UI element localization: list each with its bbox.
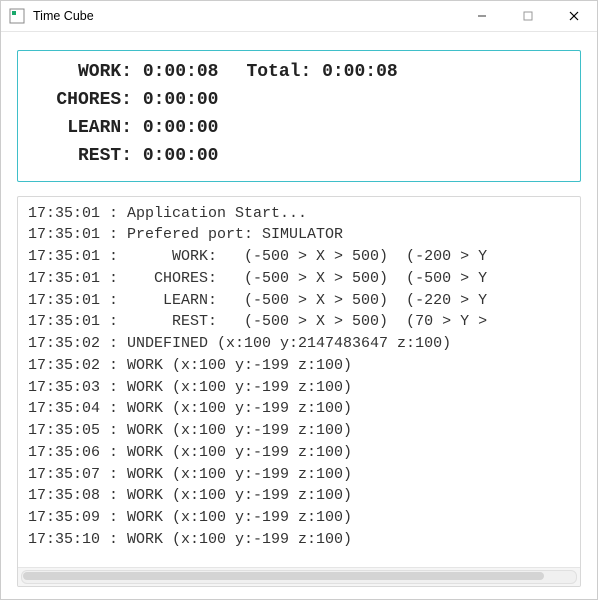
timer-panel: WORK: 0:00:08 Total: 0:00:08 CHORES: 0:0… [17,50,581,182]
app-window: Time Cube WORK: 0:00:08 Total: [0,0,598,600]
maximize-button[interactable] [505,1,551,31]
log-content[interactable]: 17:35:01 : Application Start... 17:35:01… [18,197,580,567]
close-button[interactable] [551,1,597,31]
timer-row-learn: LEARN: 0:00:00 [32,115,566,143]
timer-value-chores: 0:00:00 [143,87,219,115]
scrollbar-thumb[interactable] [23,572,544,580]
timer-value-rest: 0:00:00 [143,143,219,171]
timer-value-learn: 0:00:00 [143,115,219,143]
window-controls [459,1,597,31]
log-panel: 17:35:01 : Application Start... 17:35:01… [17,196,581,587]
total-value: 0:00:08 [322,59,398,87]
timer-label-work: WORK: [32,59,132,87]
timer-value-work: 0:00:08 [143,59,219,87]
timer-label-rest: REST: [32,143,132,171]
timer-label-learn: LEARN: [32,115,132,143]
timer-row-work: WORK: 0:00:08 Total: 0:00:08 [32,59,566,87]
total-label: Total: [246,59,311,87]
client-area: WORK: 0:00:08 Total: 0:00:08 CHORES: 0:0… [1,32,597,599]
timer-label-chores: CHORES: [32,87,132,115]
scrollbar-track[interactable] [21,570,577,584]
window-title: Time Cube [33,9,459,23]
minimize-button[interactable] [459,1,505,31]
horizontal-scrollbar[interactable] [18,567,580,586]
timer-row-chores: CHORES: 0:00:00 [32,87,566,115]
app-icon [9,8,25,24]
titlebar[interactable]: Time Cube [1,1,597,32]
timer-row-rest: REST: 0:00:00 [32,143,566,171]
